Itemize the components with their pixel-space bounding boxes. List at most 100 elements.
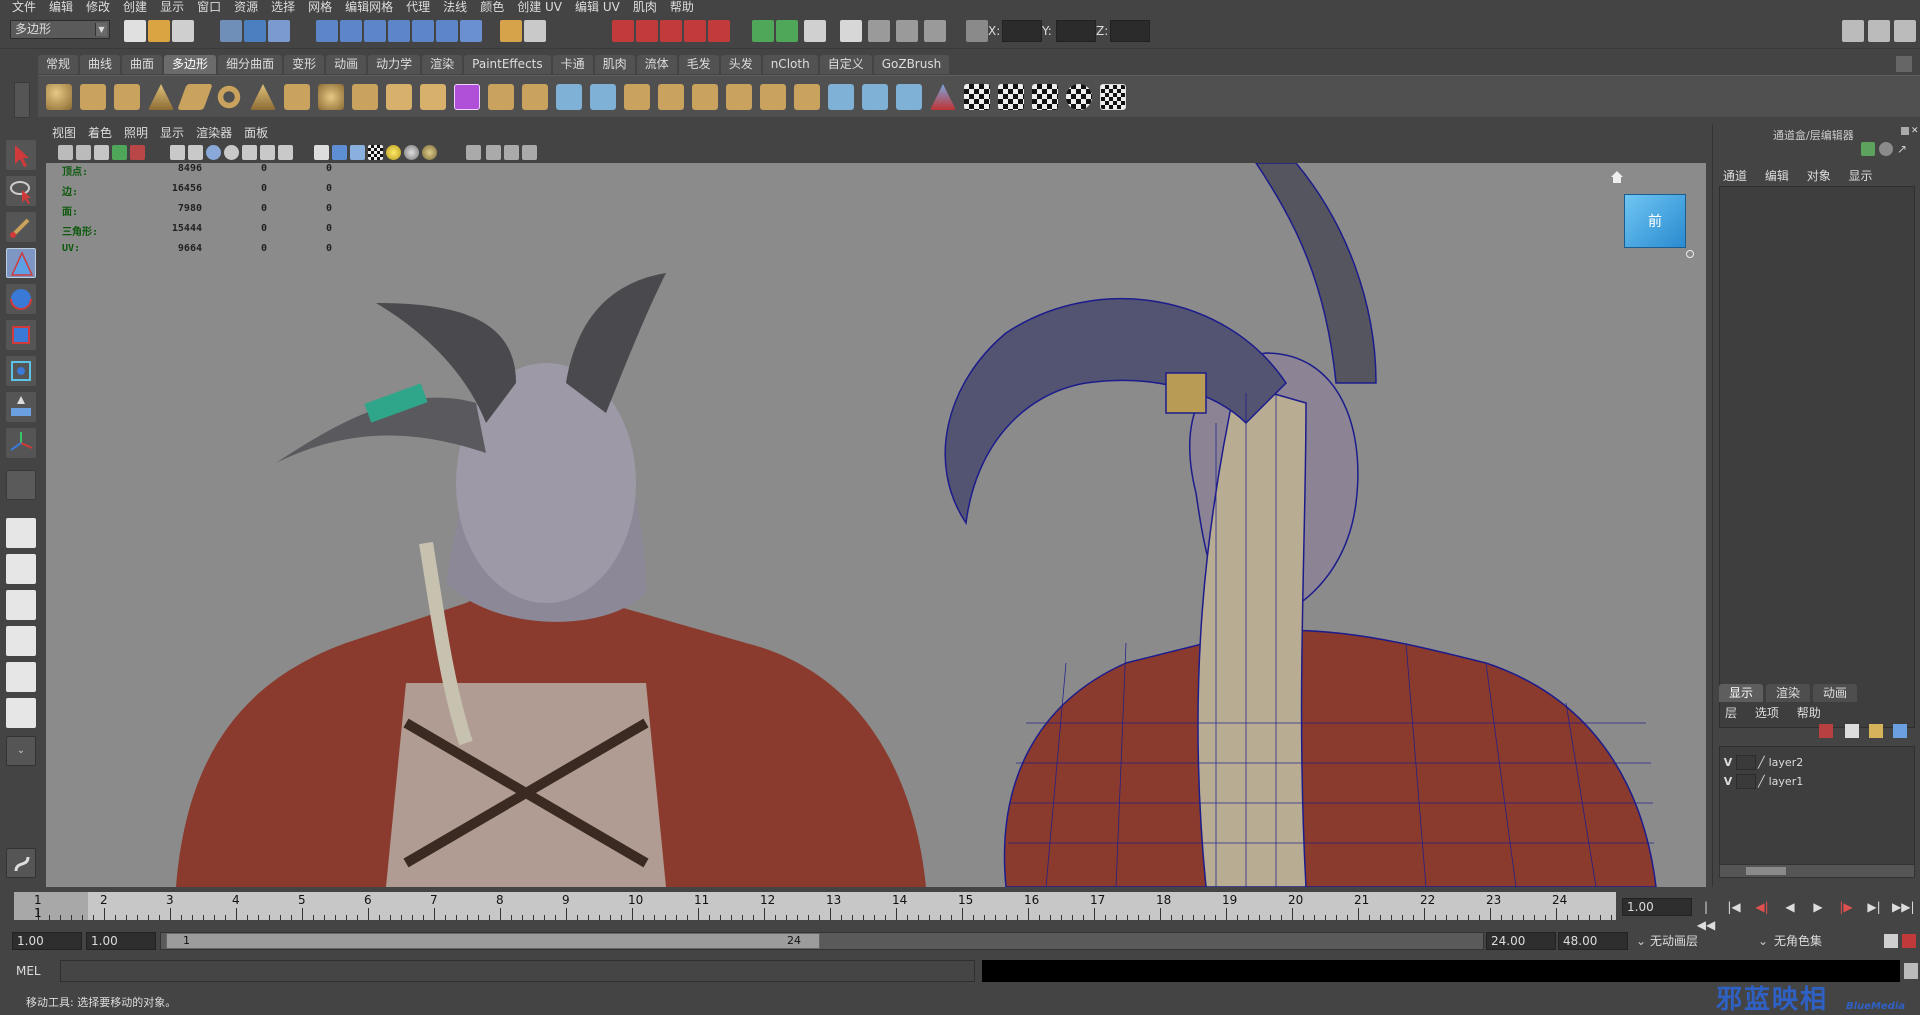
grid-icon[interactable] <box>170 145 185 160</box>
uv-cylindrical-icon[interactable] <box>998 84 1024 110</box>
layer-row[interactable]: V ╱ layer2 <box>1720 753 1914 772</box>
combine-icon[interactable] <box>352 84 378 110</box>
shelf-tab[interactable]: GoZBrush <box>873 55 950 74</box>
snap-grid-icon[interactable] <box>316 20 338 42</box>
channel-box-toggle-icon[interactable] <box>1894 20 1916 42</box>
poly-torus-icon[interactable] <box>216 84 242 110</box>
menu-edit[interactable]: 编辑 <box>1765 169 1789 183</box>
poly-plane-icon[interactable] <box>177 84 213 110</box>
step-forward-key-icon[interactable]: ▶| <box>1864 898 1884 916</box>
universal-manipulator-icon[interactable] <box>6 356 36 386</box>
shelf-tab[interactable]: PaintEffects <box>464 55 551 74</box>
layout-custom-icon[interactable] <box>6 698 36 728</box>
menu-object[interactable]: 对象 <box>1807 169 1831 183</box>
menu-normals[interactable]: 法线 <box>439 0 476 15</box>
menu-window[interactable]: 窗口 <box>193 0 230 15</box>
shelf-tab[interactable]: 动力学 <box>368 55 421 74</box>
layout-single-icon[interactable] <box>6 518 36 548</box>
sculpt-geometry-icon[interactable] <box>862 84 888 110</box>
checker-icon[interactable] <box>368 145 383 160</box>
uv-automatic-icon[interactable] <box>1066 84 1092 110</box>
separate-icon[interactable] <box>386 84 412 110</box>
menu-help[interactable]: 帮助 <box>1797 706 1821 720</box>
layer-color-icon[interactable]: ╱ <box>1758 775 1765 788</box>
shelf-tab[interactable]: 自定义 <box>819 55 872 74</box>
wireframe-on-shaded-icon[interactable] <box>224 145 239 160</box>
layer-visibility[interactable]: V <box>1720 756 1736 769</box>
script-editor-icon[interactable] <box>1904 963 1918 979</box>
ipr-render-icon[interactable] <box>868 20 890 42</box>
select-object-icon[interactable] <box>244 20 266 42</box>
help-icon[interactable] <box>460 20 482 42</box>
step-back-key-icon[interactable]: |◀ <box>1724 898 1744 916</box>
smooth-proxy-icon[interactable] <box>454 84 480 110</box>
use-all-lights-icon[interactable] <box>332 145 347 160</box>
view-cube[interactable]: 前 <box>1624 194 1686 248</box>
layer-template-toggle[interactable] <box>1736 774 1756 789</box>
mirror-geometry-icon[interactable] <box>828 84 854 110</box>
layout-hypershade-icon[interactable] <box>6 662 36 692</box>
open-scene-icon[interactable] <box>148 20 170 42</box>
step-forward-frame-icon[interactable]: |▶ <box>1836 898 1856 916</box>
menu-display[interactable]: 显示 <box>156 0 193 15</box>
extract-icon[interactable] <box>420 84 446 110</box>
render-frame-icon[interactable] <box>840 20 862 42</box>
soft-mod-tool-icon[interactable] <box>6 392 36 422</box>
poly-helix-icon[interactable] <box>318 84 344 110</box>
rotate-tool-icon[interactable] <box>6 284 36 314</box>
home-icon[interactable] <box>1610 170 1624 184</box>
reduce-icon[interactable] <box>896 84 922 110</box>
input-ops-icon[interactable] <box>752 20 774 42</box>
menu-edit-uv[interactable]: 编辑 UV <box>571 0 629 15</box>
extrude-icon[interactable] <box>488 84 514 110</box>
snap-surface-icon[interactable] <box>412 20 434 42</box>
key-icon[interactable] <box>1884 934 1898 948</box>
play-forward-icon[interactable]: ▶ <box>1808 898 1828 916</box>
smooth-shade-icon[interactable] <box>206 145 221 160</box>
snap-together-icon[interactable] <box>660 20 682 42</box>
menu-edit[interactable]: 编辑 <box>45 0 82 15</box>
uv-planar-icon[interactable] <box>964 84 990 110</box>
shelf-tab[interactable]: 渲染 <box>422 55 463 74</box>
select-component-icon[interactable] <box>268 20 290 42</box>
x-field[interactable] <box>1002 20 1042 42</box>
history-icon[interactable] <box>524 20 546 42</box>
split-polygon-icon[interactable] <box>590 84 616 110</box>
poke-face-icon[interactable] <box>692 84 718 110</box>
shelf-tab[interactable]: 细分曲面 <box>218 55 283 74</box>
uv-editor-icon[interactable] <box>1100 84 1126 110</box>
go-to-start-icon[interactable]: |◀◀ <box>1696 898 1716 932</box>
tab-animation[interactable]: 动画 <box>1813 684 1858 702</box>
end-time-field[interactable]: 48.00 <box>1558 932 1628 950</box>
shelf-tab[interactable]: 毛发 <box>678 55 719 74</box>
z-field[interactable] <box>1110 20 1150 42</box>
viewport-menu-panels[interactable]: 面板 <box>238 124 274 142</box>
show-manipulator-icon[interactable] <box>6 428 36 458</box>
new-layer-selected-icon[interactable] <box>1893 724 1907 738</box>
paint-select-tool-icon[interactable] <box>6 212 36 242</box>
attribute-editor-toggle-icon[interactable] <box>1842 20 1864 42</box>
default-lighting-icon[interactable] <box>278 145 293 160</box>
shelf-tab[interactable]: 流体 <box>636 55 677 74</box>
poly-cylinder-icon[interactable] <box>114 84 140 110</box>
shelf-tab[interactable]: 变形 <box>284 55 325 74</box>
range-slider-handle[interactable]: 1 24 <box>166 933 820 949</box>
layout-four-icon[interactable] <box>6 554 36 584</box>
layer-scrollbar[interactable] <box>1719 864 1915 878</box>
lock-icon[interactable] <box>500 20 522 42</box>
poly-cone-icon[interactable] <box>148 84 174 110</box>
menu-options[interactable]: 选项 <box>1755 706 1779 720</box>
move-tool-icon[interactable] <box>6 248 36 278</box>
shelf-tab[interactable]: 卡通 <box>552 55 593 74</box>
magnet-icon[interactable] <box>612 20 634 42</box>
bridge-icon[interactable] <box>522 84 548 110</box>
uv-spherical-icon[interactable] <box>1032 84 1058 110</box>
construction-history-icon[interactable] <box>636 20 658 42</box>
layout-graph-icon[interactable] <box>6 626 36 656</box>
viewport-menu-renderer[interactable]: 渲染器 <box>190 124 238 142</box>
isolate-select-icon[interactable] <box>314 145 329 160</box>
shelf-tab[interactable]: 动画 <box>326 55 367 74</box>
tool-settings-icon[interactable]: ↗ <box>1897 142 1911 156</box>
new-layer-icon[interactable] <box>1869 724 1883 738</box>
y-field[interactable] <box>1056 20 1096 42</box>
